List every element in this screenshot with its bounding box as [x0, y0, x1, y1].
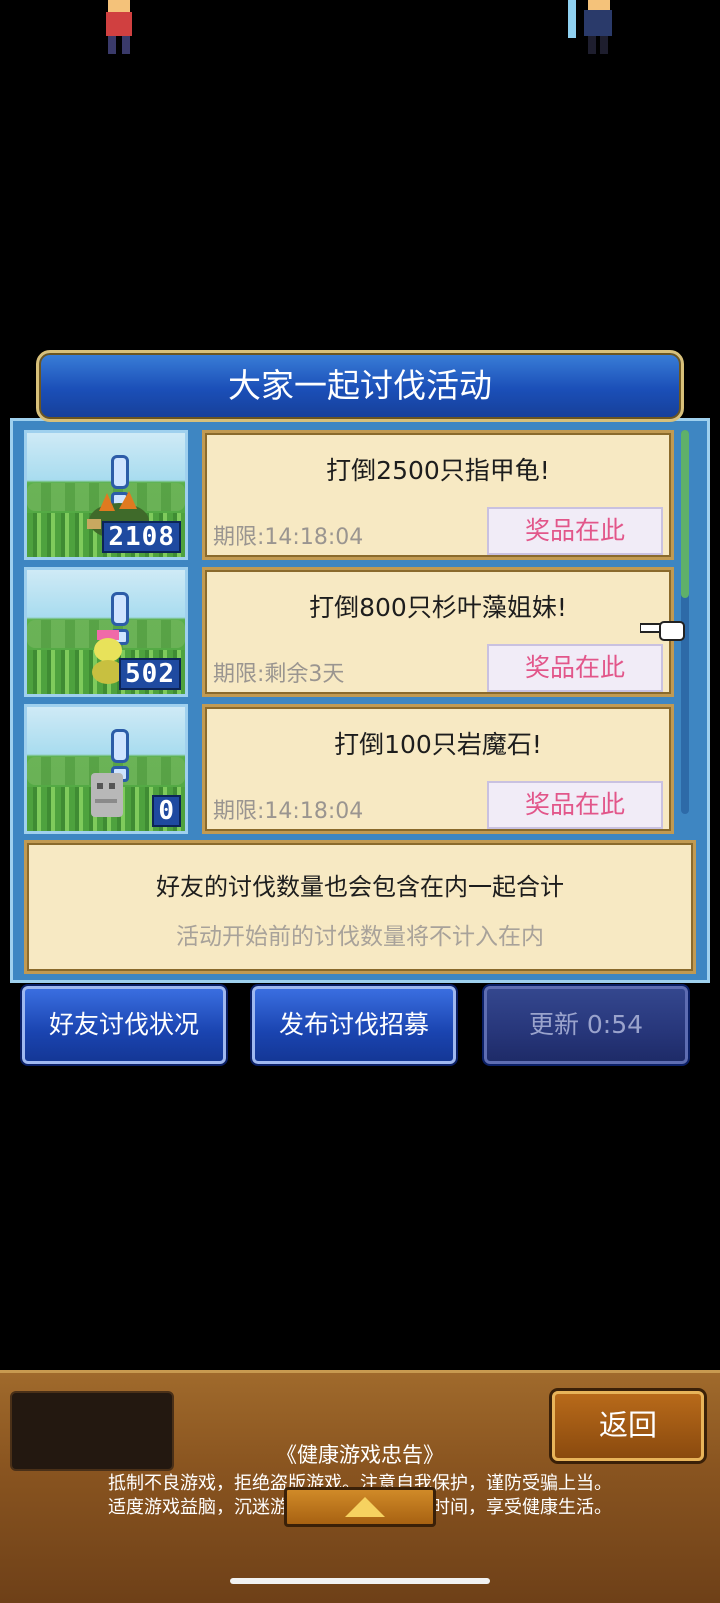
- quest-deadline: 期限:14:18:04: [213, 525, 364, 550]
- expand-menu-button[interactable]: [284, 1487, 436, 1527]
- pointing-hand-icon: [640, 621, 685, 641]
- prize-button[interactable]: 奖品在此: [487, 507, 663, 555]
- quest-deadline: 期限:剩余3天: [213, 662, 345, 687]
- quest-card: 打倒800只杉叶藻姐妹! 期限:剩余3天 奖品在此: [202, 567, 674, 697]
- defeat-count: 0: [152, 795, 181, 827]
- quest-thumbnail: 0: [24, 704, 188, 834]
- info-text-secondary: 活动开始前的讨伐数量将不计入在内: [176, 924, 544, 950]
- prize-button[interactable]: 奖品在此: [487, 644, 663, 692]
- exclamation-icon: [111, 455, 129, 508]
- scrollbar-thumb[interactable]: [681, 430, 689, 598]
- refresh-button[interactable]: 更新 0:54: [484, 986, 688, 1064]
- quest-card: 打倒2500只指甲龟! 期限:14:18:04 奖品在此: [202, 430, 674, 560]
- quest-task: 打倒100只岩魔石!: [334, 730, 542, 759]
- quest-thumbnail: 2108: [24, 430, 188, 560]
- health-notice-title: 《健康游戏忠告》: [276, 1443, 444, 1467]
- prize-button[interactable]: 奖品在此: [487, 781, 663, 829]
- hero-warrior-icon: [106, 0, 132, 54]
- bottom-bar: 返回 《健康游戏忠告》 抵制不良游戏，拒绝盗版游戏。注意自我保护，谨防受骗上当。…: [0, 1370, 720, 1603]
- quest-card: 打倒100只岩魔石! 期限:14:18:04 奖品在此: [202, 704, 674, 834]
- defeat-count: 502: [119, 658, 181, 690]
- home-indicator[interactable]: [230, 1578, 490, 1584]
- quest-deadline: 期限:14:18:04: [213, 799, 364, 824]
- rock-golem-monster-icon: [91, 773, 123, 817]
- exclamation-icon: [111, 729, 129, 782]
- up-arrow-icon: [345, 1497, 385, 1517]
- quest-task: 打倒800只杉叶藻姐妹!: [309, 593, 567, 622]
- info-text-primary: 好友的讨伐数量也会包含在内一起合计: [156, 873, 564, 901]
- dialog-title: 大家一起讨伐活动: [36, 350, 684, 422]
- post-recruit-button[interactable]: 发布讨伐招募: [252, 986, 456, 1064]
- quest-task: 打倒2500只指甲龟!: [326, 456, 550, 485]
- quest-row: 0 打倒100只岩魔石! 期限:14:18:04 奖品在此: [24, 704, 674, 834]
- quest-row: 2108 打倒2500只指甲龟! 期限:14:18:04 奖品在此: [24, 430, 674, 560]
- info-panel: 好友的讨伐数量也会包含在内一起合计 活动开始前的讨伐数量将不计入在内: [24, 840, 696, 974]
- hero-swordsman-icon: [568, 0, 612, 54]
- friend-status-button[interactable]: 好友讨伐状况: [22, 986, 226, 1064]
- exclamation-icon: [111, 592, 129, 645]
- quest-thumbnail: 502: [24, 567, 188, 697]
- quest-row: 502 打倒800只杉叶藻姐妹! 期限:剩余3天 奖品在此: [24, 567, 674, 697]
- defeat-count: 2108: [102, 521, 181, 553]
